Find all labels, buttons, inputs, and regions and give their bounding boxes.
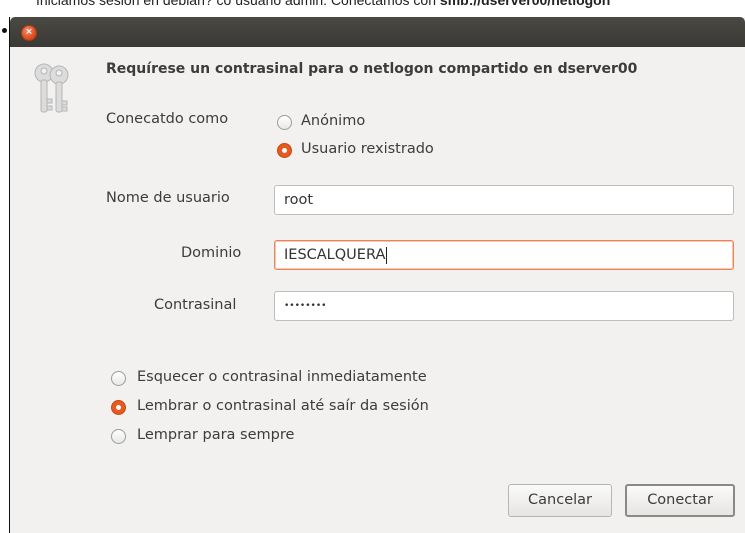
radio-registered-user[interactable] — [277, 143, 292, 158]
radio-anonymous[interactable] — [277, 115, 292, 130]
close-icon[interactable]: × — [21, 25, 37, 41]
dialog-title: Requírese un contrasinal para o netlogon… — [106, 61, 638, 77]
username-field[interactable]: root — [274, 185, 734, 215]
username-label: Nome de usuario — [106, 190, 230, 206]
password-dialog: × Requírese un contrasinal para o netlog… — [9, 17, 745, 533]
connected-as-label: Conecatdo como — [106, 111, 229, 127]
title-bar: × — [10, 17, 745, 47]
password-label: Contrasinal — [154, 297, 237, 313]
connect-button[interactable]: Conectar — [625, 484, 735, 517]
radio-remember-forever[interactable] — [111, 429, 126, 444]
list-bullet — [2, 28, 7, 33]
instruction-url: smb://dserver00/netlogon — [439, 0, 611, 8]
domain-label: Dominio — [181, 245, 242, 261]
radio-forget-immediately[interactable] — [111, 371, 126, 386]
radio-anonymous-label[interactable]: Anónimo — [301, 113, 365, 129]
text-cursor — [386, 246, 388, 264]
password-field[interactable]: •••••••• — [274, 291, 734, 321]
domain-field[interactable]: IESCALQUERA — [274, 240, 734, 270]
cancel-button[interactable]: Cancelar — [508, 484, 612, 517]
username-value: root — [284, 192, 314, 208]
radio-remember-until-logout-label[interactable]: Lembrar o contrasinal até saír da sesión — [137, 398, 429, 414]
instruction-text: Iniciamos sesión en debian? co usuario a… — [0, 0, 745, 10]
radio-remember-until-logout[interactable] — [111, 400, 126, 415]
domain-value: IESCALQUERA — [284, 247, 386, 263]
radio-registered-user-label[interactable]: Usuario rexistrado — [301, 141, 434, 157]
radio-forget-immediately-label[interactable]: Esquecer o contrasinal inmediatamente — [137, 369, 427, 385]
instruction-prefix: Iniciamos sesión en debian? co usuario a… — [36, 0, 440, 8]
password-mask: •••••••• — [284, 301, 327, 311]
keys-icon — [34, 63, 69, 113]
radio-remember-forever-label[interactable]: Lemprar para sempre — [137, 427, 294, 443]
